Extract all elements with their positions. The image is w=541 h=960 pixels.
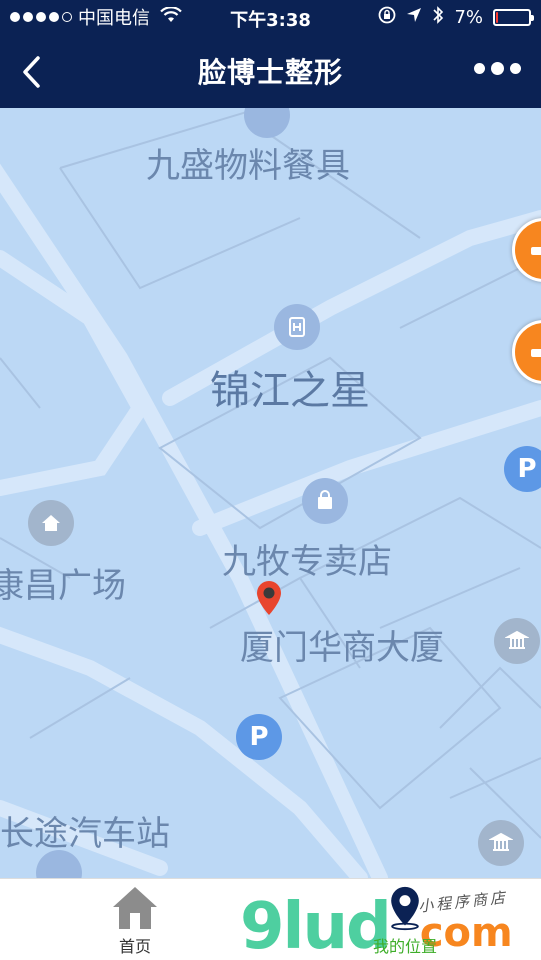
nav-bar: 脸博士整形 — [0, 34, 541, 108]
building-icon-2[interactable] — [478, 820, 524, 866]
tab-home[interactable]: 首页 — [75, 885, 195, 957]
back-button[interactable] — [14, 52, 48, 92]
tab-my-location[interactable]: 我的位置 — [345, 885, 465, 957]
map-label-jiumu: 九牧专卖店 — [222, 542, 392, 582]
home-icon — [113, 887, 157, 929]
battery-percent: 7% — [454, 6, 483, 28]
more-button[interactable] — [474, 62, 521, 75]
hotel-icon[interactable] — [274, 304, 320, 350]
more-dots-icon — [474, 63, 485, 74]
map-label-jiusheng: 九盛物料餐具 — [146, 146, 350, 186]
rotation-lock-icon — [378, 6, 396, 29]
home-poi-icon[interactable] — [28, 500, 74, 546]
tab-home-label: 首页 — [118, 937, 151, 956]
carrier-name: 中国电信 — [78, 8, 150, 29]
map-label-changtu: 长途汽车站 — [0, 814, 170, 854]
chevron-left-icon — [23, 56, 40, 88]
tab-bar: 首页 9lud com 小程序商店 我的位置 — [0, 878, 541, 960]
tab-my-location-label: 我的位置 — [372, 937, 437, 956]
location-arrow-icon — [406, 7, 422, 28]
signal-dots-icon — [10, 12, 72, 22]
wifi-icon — [160, 6, 182, 27]
bluetooth-icon — [432, 5, 444, 30]
location-pin-icon[interactable] — [256, 580, 282, 616]
building-icon[interactable] — [494, 618, 540, 664]
battery-level — [496, 11, 498, 23]
map-label-huashang: 厦门华商大厦 — [240, 628, 444, 668]
shop-icon[interactable] — [302, 478, 348, 524]
page-title: 脸博士整形 — [197, 56, 343, 89]
location-marker-icon — [391, 886, 419, 931]
parking-icon-2[interactable]: P — [236, 714, 282, 760]
map-roads — [0, 108, 541, 878]
map-view[interactable]: 九盛物料餐具 锦江之星 P 九牧专卖店 康昌广场 厦门华商大厦 P 长途汽车站 — [0, 108, 541, 878]
battery-icon — [493, 8, 534, 26]
top-bar: 中国电信 下午3:38 7% 脸博士整形 — [0, 0, 541, 108]
status-bar: 中国电信 下午3:38 7% — [0, 0, 541, 34]
map-label-jinjiang: 锦江之星 — [210, 368, 370, 414]
map-label-kangchang: 康昌广场 — [0, 566, 126, 606]
